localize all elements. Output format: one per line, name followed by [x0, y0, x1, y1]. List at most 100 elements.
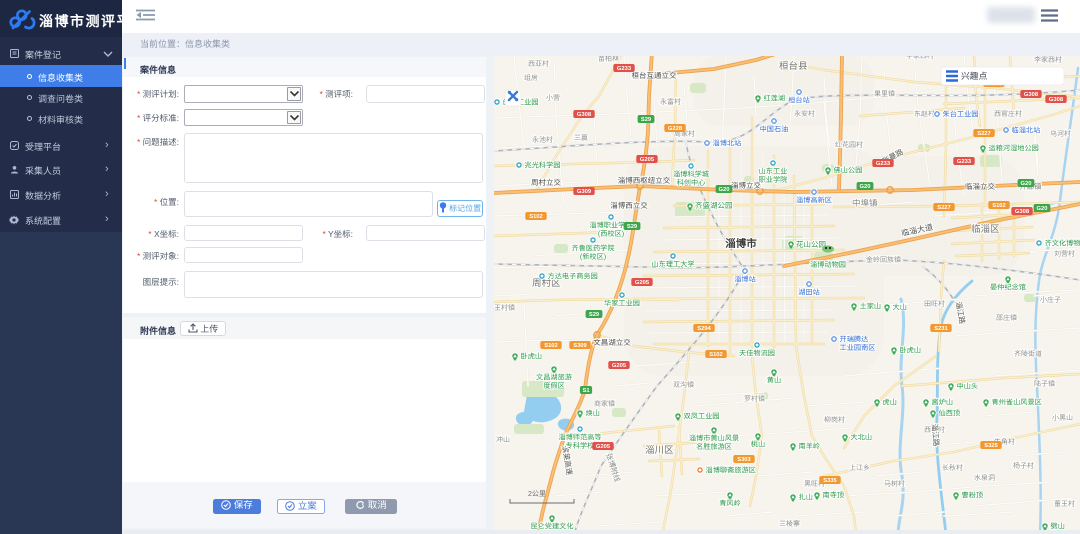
svg-text:G20: G20: [1037, 206, 1048, 212]
svg-text:方达电子商务园: 方达电子商务园: [548, 272, 598, 281]
svg-text:冲山: 冲山: [496, 436, 510, 444]
svg-text:淄博高新区: 淄博高新区: [796, 196, 832, 205]
svg-text:2公里: 2公里: [528, 490, 546, 498]
svg-text:中山头: 中山头: [957, 382, 979, 391]
svg-text:陆子镇: 陆子镇: [1034, 380, 1055, 388]
svg-text:曹粉顶: 曹粉顶: [962, 491, 984, 500]
svg-text:西亚村: 西亚村: [528, 60, 549, 68]
svg-text:花山公园: 花山公园: [796, 240, 826, 249]
svg-text:淄博聊斋旅游区: 淄博聊斋旅游区: [706, 466, 756, 475]
svg-text:双凤工业园: 双凤工业园: [684, 412, 720, 421]
svg-text:G20: G20: [860, 184, 871, 190]
svg-text:淄博西立交: 淄博西立交: [610, 201, 648, 210]
svg-text:G308: G308: [577, 112, 592, 118]
svg-text:S29: S29: [627, 224, 638, 230]
svg-text:S303: S303: [737, 457, 751, 463]
svg-text:天佳物流园: 天佳物流园: [739, 349, 775, 358]
svg-text:淄博北站: 淄博北站: [713, 139, 742, 148]
svg-text:长秋村: 长秋村: [942, 464, 963, 472]
svg-text:杨子村: 杨子村: [1013, 462, 1034, 470]
svg-text:S102: S102: [544, 343, 558, 349]
svg-text:董王村: 董王村: [1054, 500, 1075, 508]
svg-text:S227: S227: [977, 131, 991, 137]
svg-text:G228: G228: [668, 126, 683, 132]
svg-text:永富村: 永富村: [660, 98, 681, 106]
svg-text:S335: S335: [823, 478, 837, 484]
svg-text:中埠镇: 中埠镇: [852, 198, 878, 208]
svg-text:焕山: 焕山: [586, 409, 600, 418]
svg-text:(新校区): (新校区): [580, 252, 606, 261]
svg-text:大北山: 大北山: [851, 433, 873, 442]
svg-text:组房: 组房: [524, 74, 538, 82]
svg-text:佛山公园: 佛山公园: [834, 166, 863, 175]
svg-text:刘营村: 刘营村: [1054, 250, 1075, 258]
svg-text:名胜旅游区: 名胜旅游区: [696, 442, 732, 451]
svg-text:南寺顶: 南寺顶: [823, 491, 845, 500]
svg-text:G308: G308: [1024, 92, 1039, 98]
svg-text:青风岭: 青风岭: [719, 499, 741, 508]
svg-text:运粮河湿地公园: 运粮河湿地公园: [989, 144, 1039, 153]
svg-text:三棱寨: 三棱寨: [779, 520, 800, 528]
svg-text:山东理工大学: 山东理工大学: [651, 260, 694, 269]
svg-text:G233: G233: [876, 161, 891, 167]
svg-text:淄博市: 淄博市: [725, 237, 757, 250]
svg-text:小黑山: 小黑山: [1052, 414, 1073, 422]
svg-text:S309: S309: [573, 343, 587, 349]
svg-text:苗柏林: 苗柏林: [598, 56, 619, 63]
svg-text:中国石油: 中国石油: [760, 125, 789, 134]
svg-text:乌河村: 乌河村: [1050, 130, 1071, 138]
svg-text:G20: G20: [719, 187, 730, 193]
svg-text:永池村: 永池村: [532, 136, 553, 144]
svg-text:虎山: 虎山: [883, 398, 897, 407]
svg-text:G233: G233: [957, 159, 972, 165]
svg-text:职业学院: 职业学院: [759, 175, 788, 184]
svg-text:红花园村: 红花园村: [835, 141, 863, 149]
svg-text:S231: S231: [934, 326, 948, 332]
svg-text:三赢: 三赢: [574, 134, 588, 142]
svg-text:S102: S102: [992, 203, 1006, 209]
svg-text:G20: G20: [1021, 181, 1032, 187]
svg-text:S102: S102: [709, 352, 723, 358]
svg-text:淄博动物园: 淄博动物园: [810, 260, 846, 269]
svg-text:工业园南区: 工业园南区: [840, 343, 876, 352]
svg-text:齐文化博物院: 齐文化博物院: [1045, 239, 1080, 248]
svg-text:小营: 小营: [546, 94, 560, 102]
svg-text:仙西顶: 仙西顶: [939, 409, 961, 418]
svg-text:桓台县: 桓台县: [779, 60, 808, 72]
svg-text:临淄立交: 临淄立交: [965, 182, 995, 191]
svg-text:G308: G308: [1015, 209, 1030, 215]
svg-text:S29: S29: [641, 117, 652, 123]
svg-text:S102: S102: [529, 214, 543, 220]
svg-text:东赵村: 东赵村: [914, 110, 935, 118]
svg-text:桓台互通立交: 桓台互通立交: [632, 71, 677, 80]
svg-text:淄博站: 淄博站: [734, 275, 756, 284]
svg-text:淄博西枢纽立交: 淄博西枢纽立交: [618, 176, 671, 185]
svg-text:李家西村: 李家西村: [906, 56, 934, 60]
svg-text:度假区: 度假区: [543, 381, 565, 390]
svg-text:(西校区): (西校区): [598, 229, 624, 238]
svg-text:S294: S294: [697, 326, 711, 332]
svg-text:S325: S325: [984, 443, 998, 449]
svg-text:卧虎山: 卧虎山: [900, 346, 922, 355]
svg-text:湖田站: 湖田站: [798, 288, 820, 297]
svg-text:文昌湖立交: 文昌湖立交: [593, 338, 631, 347]
svg-text:G205: G205: [635, 280, 650, 286]
svg-text:土家山: 土家山: [860, 302, 882, 311]
svg-text:G233: G233: [617, 66, 632, 72]
svg-text:罗村镇: 罗村镇: [744, 395, 765, 403]
svg-text:桃山: 桃山: [751, 440, 765, 449]
svg-text:双沟镇: 双沟镇: [673, 381, 694, 389]
svg-text:G205: G205: [612, 363, 627, 369]
svg-text:果里镇: 果里镇: [874, 90, 895, 98]
svg-text:商家镇: 商家镇: [594, 400, 615, 408]
svg-text:S227: S227: [937, 205, 951, 211]
svg-text:华家工业园: 华家工业园: [604, 299, 640, 308]
svg-text:齐陵街道: 齐陵街道: [1014, 350, 1042, 358]
svg-text:李家西村: 李家西村: [1034, 56, 1062, 64]
svg-text:黄山: 黄山: [767, 376, 781, 385]
svg-text:临淄区: 临淄区: [971, 223, 1000, 235]
svg-text:永安村: 永安村: [794, 110, 815, 118]
svg-text:晏仲纪念馆: 晏仲纪念馆: [990, 283, 1026, 292]
svg-text:朱台工业园: 朱台工业园: [943, 110, 979, 119]
svg-text:上江乡: 上江乡: [849, 464, 870, 472]
